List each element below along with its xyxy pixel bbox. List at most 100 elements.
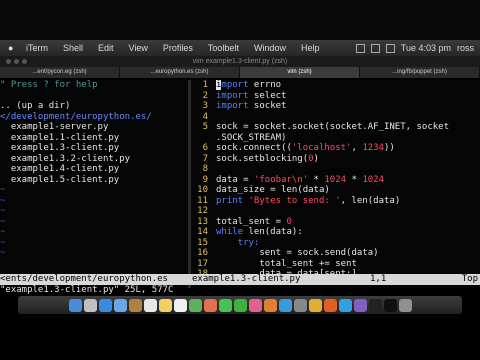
reminders-icon[interactable]: [173, 298, 187, 312]
empty-line-marker: ~: [0, 248, 6, 258]
maps-icon[interactable]: [188, 298, 202, 312]
menu-app-name[interactable]: iTerm: [26, 43, 48, 53]
calendar-icon[interactable]: [143, 298, 157, 312]
code-line[interactable]: 13 total_sent = 0: [192, 217, 480, 228]
launchpad-icon[interactable]: [83, 298, 97, 312]
code-line[interactable]: 2 import select: [192, 91, 480, 102]
itunes-icon[interactable]: [248, 298, 262, 312]
clock[interactable]: Tue 4:03 pm: [401, 43, 451, 53]
tab-europython[interactable]: ...europython.es (zsh): [120, 67, 240, 78]
terminal-area[interactable]: " Press ? for help .. (up a dir) </devel…: [0, 80, 480, 288]
trash-icon[interactable]: [398, 298, 412, 312]
file-item[interactable]: example1.1-client.py: [0, 133, 186, 144]
code-text: sock.setblocking(0): [216, 153, 319, 164]
code-text: errno: [248, 80, 282, 90]
code-line[interactable]: 14 while len(data):: [192, 227, 480, 238]
file-item[interactable]: example1.3.2-client.py: [0, 154, 186, 165]
line-number: 5: [202, 122, 208, 132]
iterm-icon[interactable]: [383, 298, 397, 312]
contacts-icon[interactable]: [128, 298, 142, 312]
code-line[interactable]: 4: [192, 112, 480, 123]
code-line[interactable]: 16 sent = sock.send(data): [192, 248, 480, 259]
battery-icon[interactable]: [385, 43, 395, 53]
menu-edit[interactable]: Edit: [98, 43, 114, 53]
safari-icon[interactable]: [98, 298, 112, 312]
chrome-icon[interactable]: [308, 298, 322, 312]
menu-shell[interactable]: Shell: [63, 43, 83, 53]
finder-icon[interactable]: [68, 298, 82, 312]
file-item[interactable]: example1.3-client.py: [0, 143, 186, 154]
line-number: 7: [202, 153, 208, 164]
vim-command-line[interactable]: "example1.3-client.py" 25L, 577C: [0, 285, 480, 296]
code-line[interactable]: 6 sock.connect(('localhost', 1234)): [192, 143, 480, 154]
firefox-icon[interactable]: [323, 298, 337, 312]
tab-vim[interactable]: vim (zsh): [240, 67, 360, 78]
menu-profiles[interactable]: Profiles: [163, 43, 193, 53]
menu-view[interactable]: View: [129, 43, 148, 53]
file-item[interactable]: example1.5-client.py: [0, 175, 186, 186]
skype-icon[interactable]: [338, 298, 352, 312]
code-line[interactable]: 12: [192, 206, 480, 217]
code-line[interactable]: 5 sock = socket.socket(socket.AF_INET, so…: [192, 122, 480, 133]
code-line[interactable]: .SOCK_STREAM): [192, 133, 480, 144]
preferences-icon[interactable]: [293, 298, 307, 312]
file-item[interactable]: example1-server.py: [0, 122, 186, 133]
current-dir[interactable]: </development/europython.es/: [0, 112, 186, 123]
up-dir-item[interactable]: .. (up a dir): [0, 101, 186, 112]
terminal-icon[interactable]: [368, 298, 382, 312]
mail-icon[interactable]: [113, 298, 127, 312]
menu-window[interactable]: Window: [254, 43, 286, 53]
split-divider[interactable]: [188, 80, 191, 288]
messages-icon[interactable]: [218, 298, 232, 312]
ibooks-icon[interactable]: [263, 298, 277, 312]
menu-toolbelt[interactable]: Toolbelt: [208, 43, 239, 53]
line-number: 2: [202, 90, 208, 101]
empty-line-marker: ~: [0, 227, 6, 237]
menu-help[interactable]: Help: [301, 43, 320, 53]
dock: [18, 296, 462, 314]
code-line[interactable]: 7 sock.setblocking(0): [192, 154, 480, 165]
line-number: 15: [197, 237, 208, 248]
appstore-icon[interactable]: [278, 298, 292, 312]
zoom-icon[interactable]: [22, 59, 27, 64]
line-number: 13: [197, 216, 208, 227]
code-line[interactable]: 17 total_sent += sent: [192, 259, 480, 270]
code-keyword: try:: [216, 237, 260, 248]
tab-pycon[interactable]: ...ent/pycon.eg (zsh): [0, 67, 120, 78]
code-line[interactable]: 8: [192, 164, 480, 175]
code-line[interactable]: 10 data_size = len(data): [192, 185, 480, 196]
code-keyword: import: [216, 80, 249, 90]
photos-icon[interactable]: [203, 298, 217, 312]
slack-icon[interactable]: [353, 298, 367, 312]
line-number: 17: [197, 258, 208, 269]
code-editor-pane[interactable]: 1 import errno 2 import select 3 import socke…: [192, 80, 480, 288]
code-line[interactable]: 9 data = 'foobar\n' * 1024 * 1024: [192, 175, 480, 186]
code-line[interactable]: 15 try:: [192, 238, 480, 249]
statusline-left-path: <ents/development/europython.es: [0, 274, 168, 284]
facetime-icon[interactable]: [233, 298, 247, 312]
code-text: len(data):: [243, 227, 303, 237]
empty-line-marker: ~: [0, 185, 6, 195]
code-line[interactable]: 1 import errno: [192, 80, 480, 91]
empty-line-marker: ~: [0, 216, 6, 227]
apple-menu-icon[interactable]: ●: [8, 43, 18, 53]
code-text: socket: [248, 101, 287, 111]
code-text: sent = sock.send(data): [216, 248, 379, 258]
code-text: data = 'foobar\n' * 1024 * 1024: [216, 174, 385, 185]
notes-icon[interactable]: [158, 298, 172, 312]
status-icon[interactable]: [355, 43, 365, 53]
menubar-status-area: Tue 4:03 pm ross: [355, 43, 480, 53]
code-line[interactable]: 3 import socket: [192, 101, 480, 112]
user-name[interactable]: ross: [457, 43, 474, 53]
tab-puppet[interactable]: ...ing/fb/puppet (zsh): [360, 67, 480, 78]
code-text: 'Bytes to send: ', len(data): [248, 195, 401, 206]
file-item[interactable]: example1.4-client.py: [0, 164, 186, 175]
scroll-position: Top: [461, 274, 478, 284]
wifi-icon[interactable]: [370, 43, 380, 53]
nerdtree-pane[interactable]: " Press ? for help .. (up a dir) </devel…: [0, 80, 186, 288]
close-icon[interactable]: [6, 59, 11, 64]
window-titlebar[interactable]: vim example1.3-client.py (zsh): [0, 56, 480, 67]
code-line[interactable]: 11 print 'Bytes to send: ', len(data): [192, 196, 480, 207]
minimize-icon[interactable]: [14, 59, 19, 64]
code-text: data_size = len(data): [216, 185, 330, 195]
